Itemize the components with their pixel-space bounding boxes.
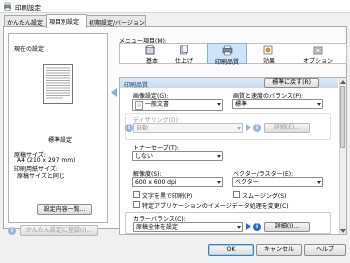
vector-raster-select[interactable]: ベクター [232, 177, 323, 187]
print-quality-icon [222, 45, 233, 56]
color-balance-select[interactable]: 原稿全体を設定 [133, 222, 243, 232]
ok-button[interactable]: OK [208, 244, 254, 256]
effects-icon [263, 45, 273, 55]
dithering-detail-button[interactable]: 詳細(E)... [264, 123, 310, 133]
dithering-detail-info-icon: i [253, 124, 261, 132]
options-icon [313, 46, 323, 55]
window-title: 印刷設定 [15, 4, 41, 12]
title-bar: 印刷設定 [0, 0, 350, 13]
black-text-label: 文字を黒で印刷(P) [142, 193, 193, 200]
menu-item-effects[interactable]: 効果 [252, 44, 292, 65]
color-balance-arrow-icon [246, 223, 251, 230]
cancel-button[interactable]: キャンセル [256, 244, 302, 256]
dithering-arrow-icon [246, 124, 251, 131]
color-balance-detail-button[interactable]: 詳細(I)... [264, 222, 310, 232]
tab-detailed-settings[interactable]: 項目別設定 [46, 14, 87, 28]
current-settings-label: 現在の設定 [14, 46, 45, 53]
restore-default-button[interactable]: 標準に戻す(R) [264, 78, 319, 88]
page-preview-icon [43, 64, 73, 104]
menu-item-finishing[interactable]: 仕上げ [166, 44, 206, 65]
scroll-down-icon[interactable] [340, 229, 346, 233]
section-title: 印刷品質 [124, 82, 149, 89]
document-icon [135, 101, 143, 110]
printer-icon [4, 2, 11, 11]
register-simple-button[interactable]: かんたん設定に登録(I)... [20, 225, 98, 236]
toner-save-select[interactable]: しない [132, 151, 223, 161]
image-settings-select[interactable]: 一般文書 [132, 99, 223, 111]
resolution-select[interactable]: 600 x 600 dpi [132, 177, 223, 187]
smoothing-checkbox[interactable] [233, 191, 240, 198]
settings-list-button[interactable]: 設定内容一覧... [37, 204, 92, 215]
menu-item-basic[interactable]: 基本 [130, 44, 170, 65]
smoothing-label: スムージング(S) [242, 193, 287, 200]
specific-app-checkbox[interactable] [133, 201, 140, 208]
dithering-info-icon: i [125, 124, 133, 132]
black-text-checkbox[interactable] [133, 191, 140, 198]
menu-item-options[interactable]: オプション [295, 44, 343, 65]
preview-name: 標準設定 [48, 137, 73, 144]
print-paper-size-value: 原稿サイズと同じ [17, 173, 65, 180]
menu-item-print-quality[interactable]: 印刷品質 [207, 43, 247, 66]
info-icon: i [8, 227, 16, 235]
color-balance-info-icon: i [253, 223, 261, 231]
collapse-panel-arrow-icon[interactable] [111, 88, 118, 97]
finishing-icon [180, 45, 188, 55]
specific-app-label: 特定アプリケーションのイメージデータ処理を変更(C) [142, 203, 289, 210]
scrollbar-thumb[interactable] [340, 86, 345, 148]
basic-icon [145, 45, 155, 55]
scroll-up-icon[interactable] [340, 80, 346, 84]
paper-size-value: A4 (210 x 297 mm) [17, 157, 76, 164]
current-settings-panel [8, 33, 108, 223]
dithering-select[interactable]: 自動 [133, 123, 243, 133]
quality-speed-select[interactable]: 標準 [232, 99, 323, 109]
help-button[interactable]: ヘルプ [304, 244, 346, 256]
